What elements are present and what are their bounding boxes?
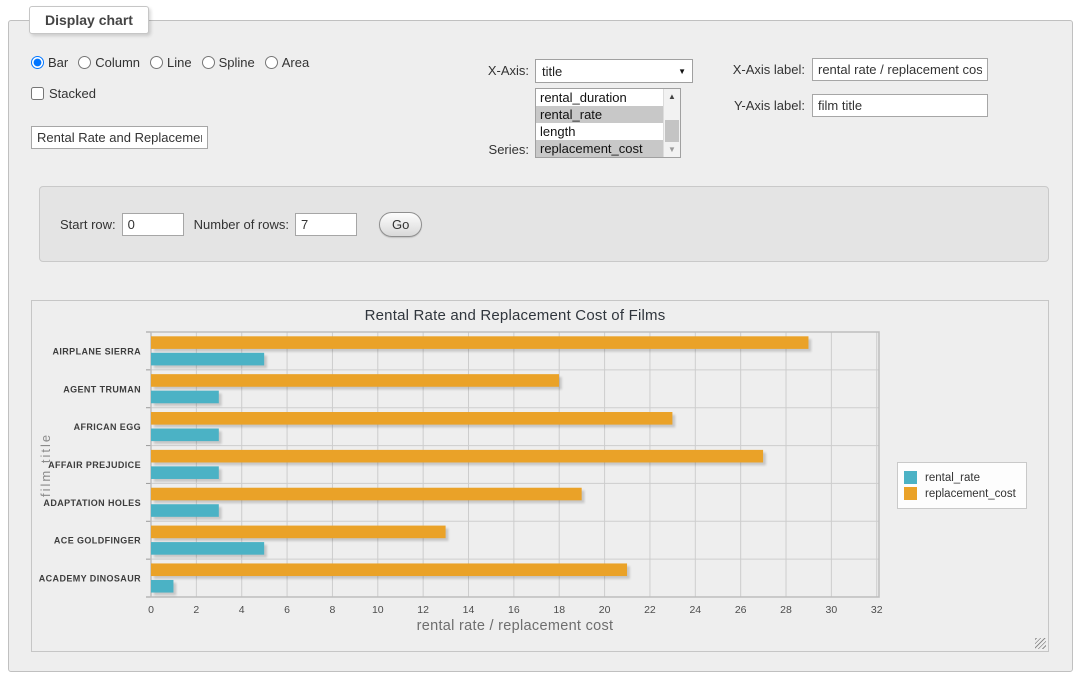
x-tick-label: 30 [826,604,838,616]
bar-replacement_cost-AFRICAN EGG [151,412,672,425]
bar-replacement_cost-AFFAIR PREJUDICE [151,450,763,463]
stacked-label: Stacked [49,86,96,101]
bar-rental_rate-ACE GOLDFINGER [151,542,264,555]
x-tick-label: 14 [463,604,475,616]
chart-type-bar[interactable]: Bar [31,55,68,70]
x-tick-label: 0 [148,604,154,616]
chart-type-column-radio[interactable] [78,56,91,69]
x-tick-label: 12 [417,604,429,616]
x-axis-label-label: X-Axis label: [709,62,805,77]
legend-label-replacement_cost: replacement_cost [925,488,1016,500]
num-rows-input[interactable] [295,213,357,236]
chart-legend: rental_rate replacement_cost [897,462,1027,509]
chart-type-bar-radio[interactable] [31,56,44,69]
x-axis-select[interactable]: title ▼ [535,59,693,83]
bar-rental_rate-ADAPTATION HOLES [151,504,219,517]
x-tick-label: 22 [644,604,656,616]
dropdown-arrow-icon: ▼ [678,67,686,76]
bar-chart: AIRPLANE SIERRA AGENT TRUMAN AFRICAN EGG AF… [32,301,1048,651]
x-axis-selected-value: title [542,64,562,79]
x-tick-label: 10 [372,604,384,616]
chart-type-spline[interactable]: Spline [202,55,255,70]
chart-type-group: Bar Column Line Spline Area [31,55,309,70]
chart-container: Rental Rate and Replacement Cost of Film… [31,300,1049,652]
legend-swatch-rental_rate [904,471,917,484]
scrollbar-down-icon[interactable]: ▼ [664,142,680,157]
chart-type-area-radio[interactable] [265,56,278,69]
series-option-rental_rate[interactable]: rental_rate [536,106,663,123]
scrollbar-up-icon[interactable]: ▲ [664,89,680,104]
category-label: ADAPTATION HOLES [43,498,141,508]
bar-replacement_cost-ACADEMY DINOSAUR [151,563,627,576]
chart-type-spline-label: Spline [219,55,255,70]
series-scrollbar[interactable]: ▲ ▼ [663,89,680,157]
chart-type-line[interactable]: Line [150,55,192,70]
x-tick-label: 8 [330,604,336,616]
series-option-length[interactable]: length [536,123,663,140]
legend-label-rental_rate: rental_rate [925,472,980,484]
chart-type-spline-radio[interactable] [202,56,215,69]
go-button[interactable]: Go [379,212,422,237]
category-label: ACADEMY DINOSAUR [39,574,141,584]
series-option-replacement_cost[interactable]: replacement_cost [536,140,663,157]
chart-type-bar-label: Bar [48,55,68,70]
x-tick-label: 18 [553,604,565,616]
category-label: AGENT TRUMAN [63,384,141,394]
y-axis-label-input[interactable] [812,94,988,117]
bar-replacement_cost-ADAPTATION HOLES [151,488,582,501]
chart-type-column-label: Column [95,55,140,70]
chart-title-input[interactable] [31,126,208,149]
x-tick-labels: 02468101214161820222426283032 [148,604,883,616]
x-tick-label: 28 [780,604,792,616]
x-tick-label: 2 [193,604,199,616]
display-chart-fieldset: Display chart Bar Column Line Spline Are… [8,20,1073,672]
chart-type-line-radio[interactable] [150,56,163,69]
x-tick-label: 26 [735,604,747,616]
series-option-rental_duration[interactable]: rental_duration [536,89,663,106]
category-label: AFRICAN EGG [74,422,141,432]
chart-x-axis-title: rental rate / replacement cost [151,618,879,634]
chart-type-line-label: Line [167,55,192,70]
category-label: ACE GOLDFINGER [54,536,141,546]
fieldset-legend: Display chart [29,6,149,34]
chart-type-area[interactable]: Area [265,55,309,70]
series-listbox[interactable]: rental_durationrental_ratelengthreplacem… [535,88,681,158]
y-axis-label-label: Y-Axis label: [709,98,805,113]
x-tick-label: 24 [689,604,701,616]
legend-item-replacement_cost: replacement_cost [904,487,1016,500]
resize-handle-icon[interactable] [1035,638,1046,649]
x-tick-label: 32 [871,604,883,616]
start-row-label: Start row: [60,217,116,232]
legend-swatch-replacement_cost [904,487,917,500]
series-options: rental_durationrental_ratelengthreplacem… [536,89,663,157]
x-axis-select-label: X-Axis: [429,63,529,78]
scrollbar-thumb[interactable] [665,120,679,142]
series-listbox-label: Series: [449,142,529,157]
bar-replacement_cost-AGENT TRUMAN [151,374,559,387]
chart-type-column[interactable]: Column [78,55,140,70]
x-tick-label: 6 [284,604,290,616]
x-axis-label-input[interactable] [812,58,988,81]
bar-rental_rate-AIRPLANE SIERRA [151,353,264,366]
bar-rental_rate-AFFAIR PREJUDICE [151,466,219,479]
legend-item-rental_rate: rental_rate [904,471,1016,484]
start-row-input[interactable] [122,213,184,236]
bar-rental_rate-ACADEMY DINOSAUR [151,580,173,593]
num-rows-label: Number of rows: [194,217,289,232]
x-tick-label: 16 [508,604,520,616]
x-tick-label: 4 [239,604,245,616]
bar-rental_rate-AGENT TRUMAN [151,391,219,404]
stacked-checkbox[interactable] [31,87,44,100]
chart-type-area-label: Area [282,55,309,70]
x-tick-label: 20 [599,604,611,616]
bar-replacement_cost-AIRPLANE SIERRA [151,336,808,349]
stacked-option[interactable]: Stacked [31,86,96,101]
bar-rental_rate-AFRICAN EGG [151,429,219,442]
category-label: AIRPLANE SIERRA [52,346,141,356]
bar-replacement_cost-ACE GOLDFINGER [151,526,446,539]
rows-panel: Start row: Number of rows: Go [39,186,1049,262]
category-label: AFFAIR PREJUDICE [48,460,141,470]
